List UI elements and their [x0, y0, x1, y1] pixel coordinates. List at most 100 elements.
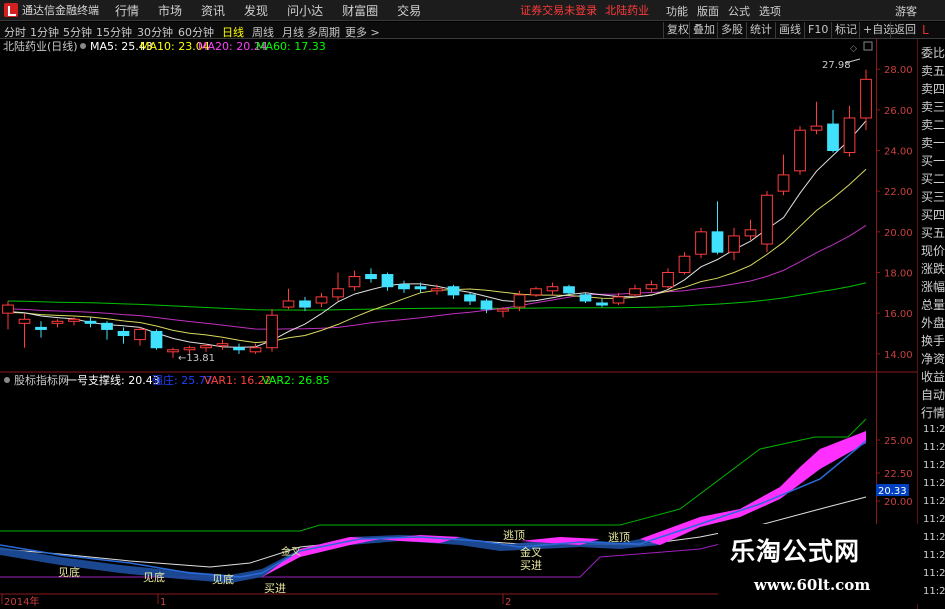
candle-body: [365, 274, 377, 280]
rp-net-assets: 净资: [921, 352, 945, 366]
candle-body: [200, 345, 212, 349]
candle-body: [35, 326, 47, 330]
current-value-label: 20.33: [878, 486, 907, 497]
annotation-top-2: 逃顶: [608, 531, 630, 544]
rp-time-3: 11:28: [923, 460, 945, 471]
menu-function[interactable]: 功能: [666, 3, 688, 19]
candle-body: [480, 300, 493, 310]
rp-turnover: 换手: [921, 334, 945, 348]
candle-body: [233, 347, 245, 351]
candle-body: [266, 314, 278, 349]
annotation-bottom-2: 见底: [143, 570, 165, 584]
rp-time-9: 11:29: [923, 568, 945, 579]
menu-news[interactable]: 资讯: [201, 2, 225, 19]
tool-back[interactable]: 返回: [890, 22, 919, 38]
annotation-golden-cross-1: 金叉: [281, 545, 301, 558]
candle-body: [216, 343, 229, 347]
period-multi[interactable]: 多周期: [307, 24, 340, 40]
candle-body: [711, 231, 724, 253]
candle-body: [315, 296, 328, 304]
rp-ask5: 卖五: [921, 64, 945, 78]
menu-bar: 通达信金融终端 行情 市场 资讯 发现 问小达 财富圈 交易 证券交易未登录 北…: [0, 0, 945, 21]
rp-time-2: 11:28: [923, 442, 945, 453]
candle-body: [596, 302, 608, 306]
menu-quotes[interactable]: 行情: [115, 2, 139, 19]
period-15min[interactable]: 15分钟: [96, 24, 132, 40]
rp-bid3: 买三: [921, 190, 945, 204]
candle-body: [68, 318, 80, 322]
rp-bid2: 买二: [921, 172, 945, 186]
candle-body: [183, 347, 196, 351]
period-more[interactable]: 更多 >: [345, 24, 380, 40]
rp-time-4: 11:28: [923, 478, 945, 489]
ma5-line: [7, 120, 867, 348]
period-60min[interactable]: 60分钟: [178, 24, 214, 40]
period-intraday[interactable]: 分时: [4, 24, 26, 40]
rp-ask1: 卖一: [921, 136, 945, 150]
main-y-tick-label: 22.00: [884, 187, 913, 198]
candle-body: [167, 349, 179, 353]
rp-auto[interactable]: 自动: [921, 387, 945, 404]
annotation-golden-cross-2: 金叉: [520, 545, 542, 559]
main-y-axis: 28.00 26.00 24.00 22.00 20.00 18.00 16.00 14.00: [876, 65, 913, 361]
quote-side-panel: L 委比 卖五 卖四 卖三 卖二 卖一 买一 买二 买三 买四 买五 现价 涨跌…: [917, 23, 945, 609]
period-daily[interactable]: 日线: [222, 24, 244, 40]
candle-body: [348, 276, 361, 288]
settings-dot-icon[interactable]: [80, 43, 86, 49]
candle-body: [150, 330, 163, 349]
tool-stats[interactable]: 统计: [746, 22, 775, 38]
watermark: 乐淘公式网 www.60lt.com: [718, 524, 918, 604]
rp-time-10: 11:29: [923, 586, 945, 597]
annotation-top-1: 逃顶: [503, 529, 525, 542]
candle-body: [794, 129, 806, 172]
tool-draw[interactable]: 画线: [775, 22, 804, 38]
candle-body: [2, 304, 14, 314]
guest-label[interactable]: 游客: [895, 3, 917, 19]
indicator-title: 股标指标网: [14, 373, 69, 387]
tool-f10[interactable]: F10: [804, 22, 831, 38]
period-1min[interactable]: 1分钟: [30, 24, 59, 40]
period-monthly[interactable]: 月线: [282, 24, 304, 40]
menu-discover[interactable]: 发现: [244, 2, 268, 19]
candle-body: [249, 347, 262, 353]
menu-layout[interactable]: 版面: [697, 3, 719, 19]
rp-earnings: 收益: [921, 370, 945, 384]
menu-trade[interactable]: 交易: [397, 2, 421, 19]
tool-multi-stock[interactable]: 多股: [717, 22, 746, 38]
low-price-label: ←13.81: [178, 353, 215, 364]
menu-assistant[interactable]: 问小达: [287, 2, 323, 19]
candle-body: [612, 296, 625, 304]
menu-formula[interactable]: 公式: [728, 3, 750, 19]
period-5min[interactable]: 5分钟: [63, 24, 92, 40]
period-weekly[interactable]: 周线: [252, 24, 274, 40]
rp-bid1: 买一: [921, 154, 945, 168]
candle-body: [645, 284, 658, 290]
rp-volume: 总量: [921, 298, 945, 312]
tool-adjust[interactable]: 复权: [663, 22, 692, 38]
stock-name-title: 北陆药业: [605, 4, 650, 17]
rp-outer: 外盘: [921, 316, 945, 330]
menu-options[interactable]: 选项: [759, 3, 781, 19]
x-label-month-1: 1: [160, 597, 166, 608]
tool-overlay[interactable]: 叠加: [689, 22, 718, 38]
candle-body: [84, 320, 97, 324]
candle-body: [414, 286, 427, 290]
tool-mark[interactable]: 标记: [831, 22, 860, 38]
high-price-label: 27.98: [822, 60, 851, 71]
ma60-label: MA60: 17.33: [256, 40, 326, 53]
candle-body: [51, 320, 64, 324]
rp-ask2: 卖二: [921, 118, 945, 132]
rp-change: 涨跌: [921, 262, 945, 276]
rp-quote[interactable]: 行情: [921, 405, 945, 422]
candle-body: [447, 286, 460, 296]
period-30min[interactable]: 30分钟: [137, 24, 173, 40]
maximize-icon[interactable]: [863, 41, 873, 51]
menu-market[interactable]: 市场: [158, 2, 182, 19]
diamond-icon[interactable]: ◇: [850, 44, 857, 54]
annotation-bottom-3: 见底: [212, 572, 234, 586]
rp-ask4: 卖四: [921, 82, 945, 96]
indicator-settings-icon[interactable]: [4, 377, 10, 383]
candle-body: [398, 284, 410, 290]
menu-wealth[interactable]: 财富圈: [342, 2, 378, 19]
x-label-2014: 2014年: [4, 595, 39, 608]
